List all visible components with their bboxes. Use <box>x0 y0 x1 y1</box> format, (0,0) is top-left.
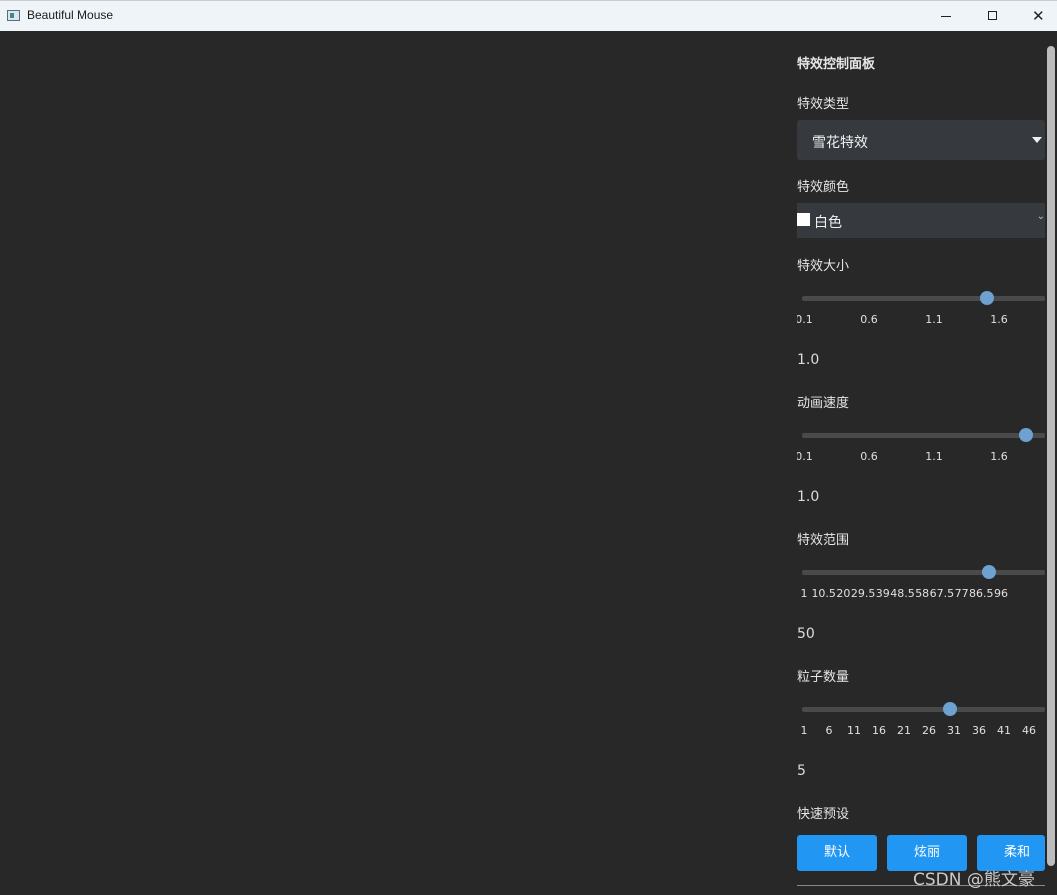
dropdown-arrow-icon <box>1032 137 1042 143</box>
particle-count-slider-thumb[interactable] <box>943 702 958 716</box>
close-icon: ✕ <box>1032 7 1045 25</box>
effect-range-value: 50 <box>797 626 815 642</box>
tick-label: 67.5 <box>929 587 955 600</box>
tick-label: 0.6 <box>860 450 878 463</box>
effect-type-dropdown[interactable]: 雪花特效 <box>797 120 1045 160</box>
effect-size-slider-track[interactable] <box>802 296 1045 301</box>
tick-label: 21 <box>897 724 911 737</box>
effect-size-slider-thumb[interactable] <box>979 291 994 305</box>
anim-speed-label: 动画速度 <box>797 396 850 411</box>
tick-label: 26 <box>922 724 936 737</box>
effect-type-value: 雪花特效 <box>812 135 868 151</box>
anim-speed-value: 1.0 <box>797 489 820 505</box>
effect-size-value: 1.0 <box>797 352 820 368</box>
window-title: Beautiful Mouse <box>27 8 114 22</box>
tick-label: 39 <box>875 587 890 600</box>
anim-speed-ticks: 0.1 0.6 1.1 1.6 <box>797 450 1045 466</box>
effect-control-panel: 特效控制面板 特效类型 雪花特效 特效颜色 白色 ⌄ 特效大小 0.1 0.6 1.… <box>797 31 1045 895</box>
preset-default-button[interactable]: 默认 <box>797 835 877 871</box>
maximize-icon <box>988 11 997 20</box>
effect-color-dropdown[interactable]: 白色 ⌄ <box>797 203 1045 238</box>
tick-label: 96 <box>994 587 1008 600</box>
particle-count-label: 粒子数量 <box>797 670 850 685</box>
effect-range-label: 特效范围 <box>797 533 850 548</box>
presets-label: 快速预设 <box>797 807 850 822</box>
tick-label: 0.1 <box>797 450 813 463</box>
tick-label: 31 <box>947 724 961 737</box>
effect-range-slider-thumb[interactable] <box>982 565 997 579</box>
tick-label: 10.5 <box>811 587 836 600</box>
effect-range-ticks: 1 10.5 20 29.5 39 48.5 58 67.5 77 86.5 96 <box>797 587 1045 603</box>
tick-label: 6 <box>825 724 833 737</box>
tick-label: 29.5 <box>850 587 876 600</box>
anim-speed-slider-track[interactable] <box>802 433 1045 438</box>
tick-label: 46 <box>1022 724 1036 737</box>
tick-label: 16 <box>872 724 886 737</box>
particle-count-value: 5 <box>797 763 806 779</box>
app-icon <box>7 10 20 21</box>
tick-label: 86.5 <box>969 587 994 600</box>
tick-label: 58 <box>915 587 930 600</box>
effect-type-label: 特效类型 <box>797 97 850 112</box>
effect-size-label: 特效大小 <box>797 259 850 274</box>
tick-label: 41 <box>997 724 1011 737</box>
tick-label: 1 <box>800 724 808 737</box>
effect-range-slider-track[interactable] <box>802 570 1045 575</box>
tick-label: 20 <box>836 587 851 600</box>
tick-label: 0.1 <box>797 313 813 326</box>
panel-scrollbar[interactable] <box>1047 46 1055 866</box>
chevron-down-icon: ⌄ <box>1036 211 1045 222</box>
tick-label: 1.6 <box>990 450 1008 463</box>
tick-label: 77 <box>954 587 969 600</box>
tick-label: 36 <box>972 724 986 737</box>
minimize-icon <box>941 16 951 17</box>
particle-count-ticks: 1 6 11 16 21 26 31 36 41 46 <box>797 724 1045 740</box>
watermark: CSDN @熊文豪 <box>913 870 1035 890</box>
tick-label: 48.5 <box>890 587 915 600</box>
anim-speed-slider-thumb[interactable] <box>1018 428 1033 442</box>
effect-color-label: 特效颜色 <box>797 180 850 195</box>
tick-label: 1.1 <box>925 450 943 463</box>
effect-size-ticks: 0.1 0.6 1.1 1.6 <box>797 313 1045 329</box>
panel-heading: 特效控制面板 <box>797 57 876 72</box>
close-button[interactable]: ✕ <box>1012 1 1057 32</box>
color-swatch <box>797 213 810 226</box>
tick-label: 1 <box>800 587 808 600</box>
tick-label: 1.6 <box>990 313 1008 326</box>
particle-count-slider-track[interactable] <box>802 707 1045 712</box>
tick-label: 1.1 <box>925 313 943 326</box>
tick-label: 11 <box>847 724 861 737</box>
tick-label: 0.6 <box>860 313 878 326</box>
title-bar: Beautiful Mouse ✕ <box>0 0 1057 31</box>
effect-color-value: 白色 <box>814 215 842 231</box>
